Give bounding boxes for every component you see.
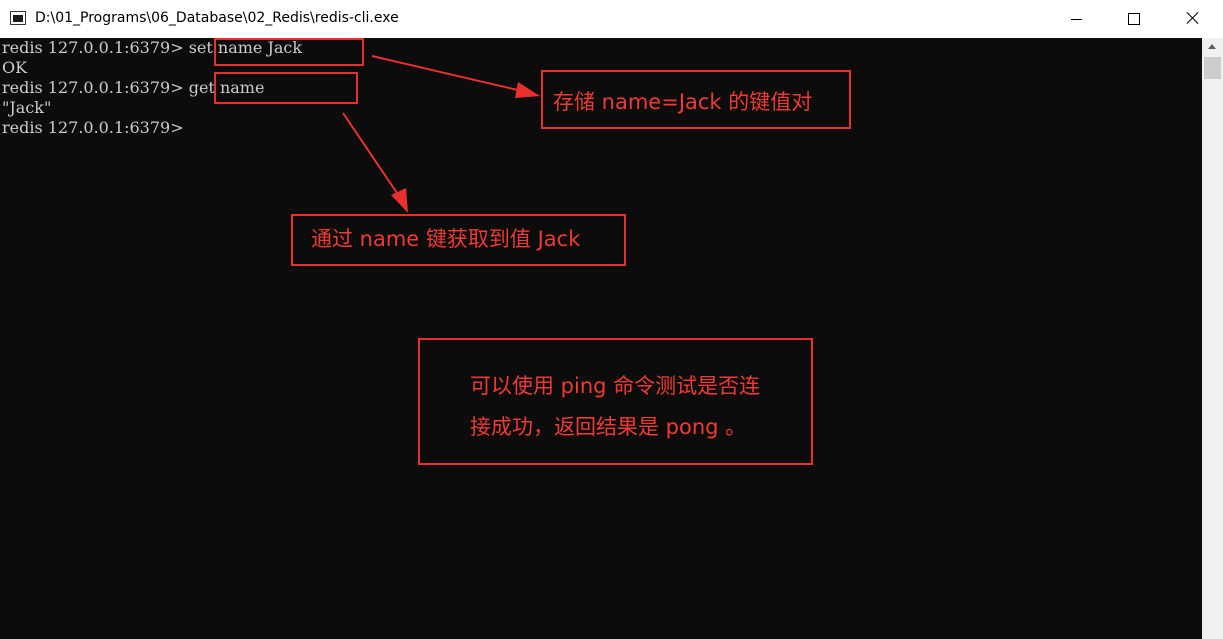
ping-annotation-text-line2: 接成功，返回结果是 pong 。 <box>470 415 747 439</box>
ping-annotation-box: 可以使用 ping 命令测试是否连 接成功，返回结果是 pong 。 <box>418 338 813 465</box>
arrow-line-get <box>342 112 400 197</box>
get-annotation-text: 通过 name 键获取到值 Jack <box>311 227 581 251</box>
store-annotation-box: 存储 name=Jack 的键值对 <box>541 70 851 129</box>
arrow-head-get <box>391 188 408 213</box>
ping-annotation-text-line1: 可以使用 ping 命令测试是否连 <box>470 374 761 398</box>
store-annotation-text: 存储 name=Jack 的键值对 <box>553 90 813 114</box>
get-annotation-box: 通过 name 键获取到值 Jack <box>291 214 626 266</box>
arrow-head-store <box>515 82 540 98</box>
arrow-line-store <box>371 55 523 92</box>
